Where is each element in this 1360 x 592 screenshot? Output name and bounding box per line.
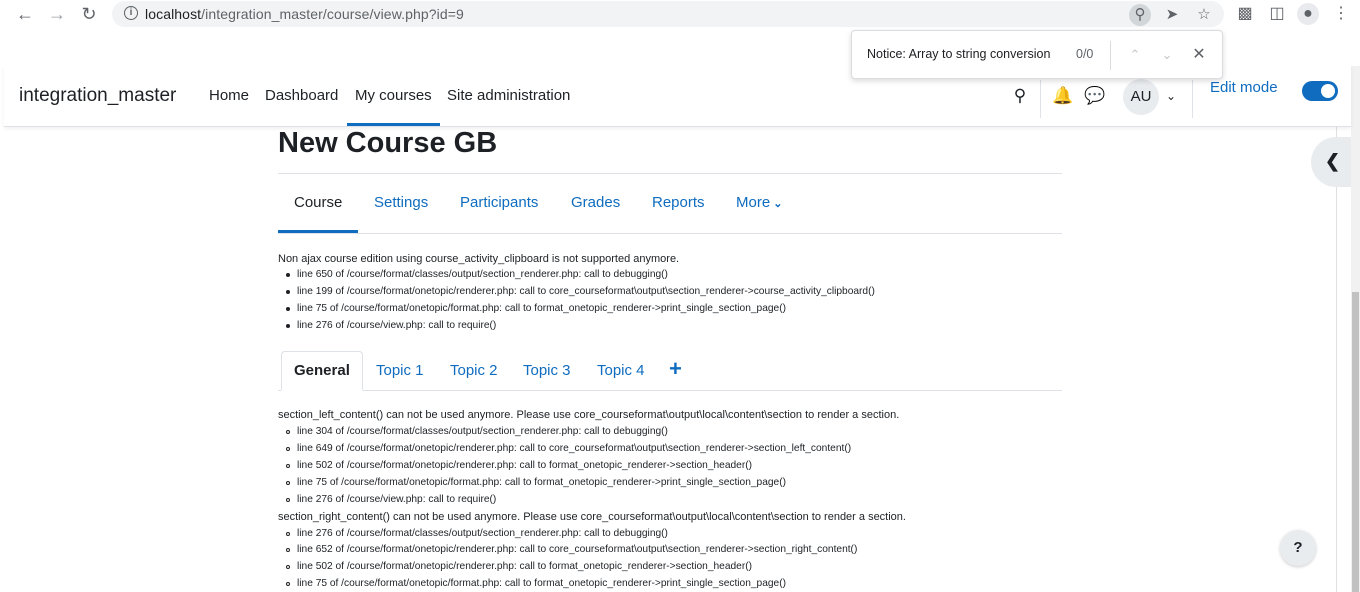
find-next-icon[interactable]: ⌄ <box>1157 45 1177 65</box>
debug-trace-line: line 276 of /course/format/classes/outpu… <box>297 528 668 539</box>
add-topic-plus-icon[interactable]: + <box>669 356 682 382</box>
notifications-bell-icon[interactable]: 🔔 <box>1052 86 1073 106</box>
chevron-left-icon: ❮ <box>1325 151 1341 171</box>
share-icon[interactable]: ➤ <box>1161 4 1183 26</box>
edit-mode-toggle[interactable] <box>1302 81 1338 101</box>
tab-course[interactable]: Course <box>294 194 342 211</box>
site-info-icon[interactable]: i <box>124 6 138 20</box>
find-in-page-icon[interactable]: ⚲ <box>1129 4 1151 26</box>
user-menu-chevron-down-icon[interactable]: ⌄ <box>1161 86 1181 106</box>
debug-trace-line: line 304 of /course/format/classes/outpu… <box>297 426 668 437</box>
topic-tab-2[interactable]: Topic 2 <box>450 362 498 379</box>
edit-mode-label: Edit mode <box>1210 79 1278 96</box>
debug-trace-line: line 75 of /course/format/onetopic/forma… <box>297 578 786 589</box>
extensions-puzzle-icon[interactable]: ▩ <box>1234 3 1256 25</box>
debug-trace-line: line 502 of /course/format/onetopic/rend… <box>297 561 753 572</box>
debug-trace-line: line 502 of /course/format/onetopic/rend… <box>297 460 753 471</box>
bookmark-star-icon[interactable]: ☆ <box>1193 4 1215 26</box>
divider <box>278 173 1062 174</box>
nav-site-administration[interactable]: Site administration <box>447 87 570 104</box>
tab-more[interactable]: More ⌄ <box>736 194 782 211</box>
topic-tab-1[interactable]: Topic 1 <box>376 362 424 379</box>
chrome-menu-icon[interactable]: ⋮ <box>1330 3 1352 25</box>
tab-reports[interactable]: Reports <box>652 194 705 211</box>
bullet <box>286 498 290 502</box>
reload-icon[interactable]: ↻ <box>79 4 99 24</box>
topic-tab-3[interactable]: Topic 3 <box>523 362 571 379</box>
find-in-page-bar: Notice: Array to string conversion 0/0 ⌃… <box>851 30 1223 79</box>
bullet <box>286 481 290 485</box>
side-panel-icon[interactable]: ◫ <box>1266 3 1288 25</box>
bullet <box>286 324 290 328</box>
bullet <box>286 430 290 434</box>
debug-message: Non ajax course edition using course_act… <box>278 253 680 265</box>
nav-divider <box>1192 80 1193 118</box>
address-bar[interactable]: i localhost/integration_master/course/vi… <box>112 1 1224 27</box>
nav-dashboard[interactable]: Dashboard <box>265 87 338 104</box>
user-avatar[interactable]: AU <box>1123 79 1159 115</box>
bullet <box>286 290 290 294</box>
page-title: New Course GB <box>278 127 498 159</box>
tab-participants[interactable]: Participants <box>460 194 538 211</box>
content-edge <box>1336 127 1337 592</box>
debug-trace-line: line 649 of /course/format/onetopic/rend… <box>297 443 852 454</box>
find-input[interactable]: Notice: Array to string conversion <box>867 47 1050 61</box>
topic-tab-general[interactable]: General <box>294 362 350 379</box>
debug-trace-line: line 276 of /course/view.php: call to re… <box>297 320 497 331</box>
debug-trace-line: line 199 of /course/format/onetopic/rend… <box>297 286 875 297</box>
find-previous-icon[interactable]: ⌃ <box>1125 45 1145 65</box>
bullet <box>286 273 290 277</box>
bullet <box>286 532 290 536</box>
bullet <box>286 464 290 468</box>
site-name[interactable]: integration_master <box>19 85 176 107</box>
find-close-icon[interactable]: ✕ <box>1189 45 1209 65</box>
debug-trace-line: line 75 of /course/format/onetopic/forma… <box>297 303 786 314</box>
divider <box>278 233 1062 234</box>
profile-icon[interactable]: ● <box>1297 3 1319 25</box>
find-match-count: 0/0 <box>1076 47 1094 61</box>
debug-trace-line: line 650 of /course/format/classes/outpu… <box>297 269 668 280</box>
back-arrow-icon[interactable]: ← <box>15 4 35 24</box>
tab-more-label: More <box>736 194 771 211</box>
chevron-down-icon: ⌄ <box>773 198 783 210</box>
nav-home[interactable]: Home <box>209 87 249 104</box>
topic-tab-4[interactable]: Topic 4 <box>597 362 645 379</box>
bullet <box>286 447 290 451</box>
forward-arrow-icon[interactable]: → <box>47 4 67 24</box>
find-divider <box>1110 41 1111 70</box>
address-bar-url[interactable]: localhost/integration_master/course/view… <box>145 6 464 22</box>
nav-my-courses[interactable]: My courses <box>355 87 432 104</box>
nav-active-indicator <box>347 123 440 126</box>
nav-divider <box>1040 80 1041 118</box>
open-block-drawer-button[interactable]: ❮ <box>1311 137 1351 187</box>
debug-trace-line: line 652 of /course/format/onetopic/rend… <box>297 544 858 555</box>
bullet <box>286 565 290 569</box>
debug-trace-line: line 276 of /course/view.php: call to re… <box>297 494 497 505</box>
help-button[interactable]: ? <box>1280 530 1316 566</box>
bullet <box>286 582 290 586</box>
browser-toolbar: ← → ↻ i localhost/integration_master/cou… <box>0 0 1360 28</box>
bullet <box>286 307 290 311</box>
search-icon[interactable]: ⚲ <box>1010 86 1030 106</box>
scrollbar-thumb[interactable] <box>1352 292 1359 592</box>
toggle-knob <box>1321 84 1335 98</box>
tab-settings[interactable]: Settings <box>374 194 428 211</box>
debug-message: section_right_content() can not be used … <box>278 511 906 523</box>
divider <box>278 390 1062 391</box>
debug-trace-line: line 75 of /course/format/onetopic/forma… <box>297 477 786 488</box>
page-scrollbar[interactable] <box>1351 66 1360 592</box>
messages-chat-icon[interactable]: 💬 <box>1084 86 1105 106</box>
bullet <box>286 548 290 552</box>
tab-grades[interactable]: Grades <box>571 194 620 211</box>
debug-message: section_left_content() can not be used a… <box>278 409 900 421</box>
